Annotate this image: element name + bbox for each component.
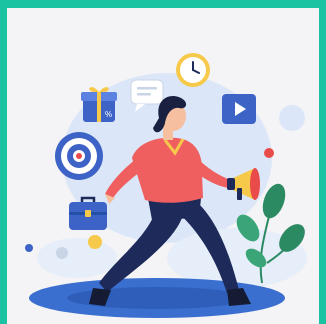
decor-dot	[25, 244, 33, 252]
briefcase-icon	[69, 196, 107, 230]
illustration-frame: %	[0, 0, 326, 324]
decor-dot	[88, 235, 102, 249]
clock-icon	[176, 53, 210, 87]
illustration-card: %	[7, 8, 319, 324]
target-icon	[55, 132, 103, 180]
svg-text:%: %	[105, 110, 112, 119]
marketing-person-illustration: %	[25, 53, 307, 318]
background-blob-left	[37, 238, 117, 278]
play-button-icon	[222, 94, 256, 124]
decor-dot	[279, 105, 305, 131]
gift-icon: %	[81, 87, 117, 122]
decor-dot	[56, 247, 68, 259]
decor-dot	[264, 148, 274, 158]
